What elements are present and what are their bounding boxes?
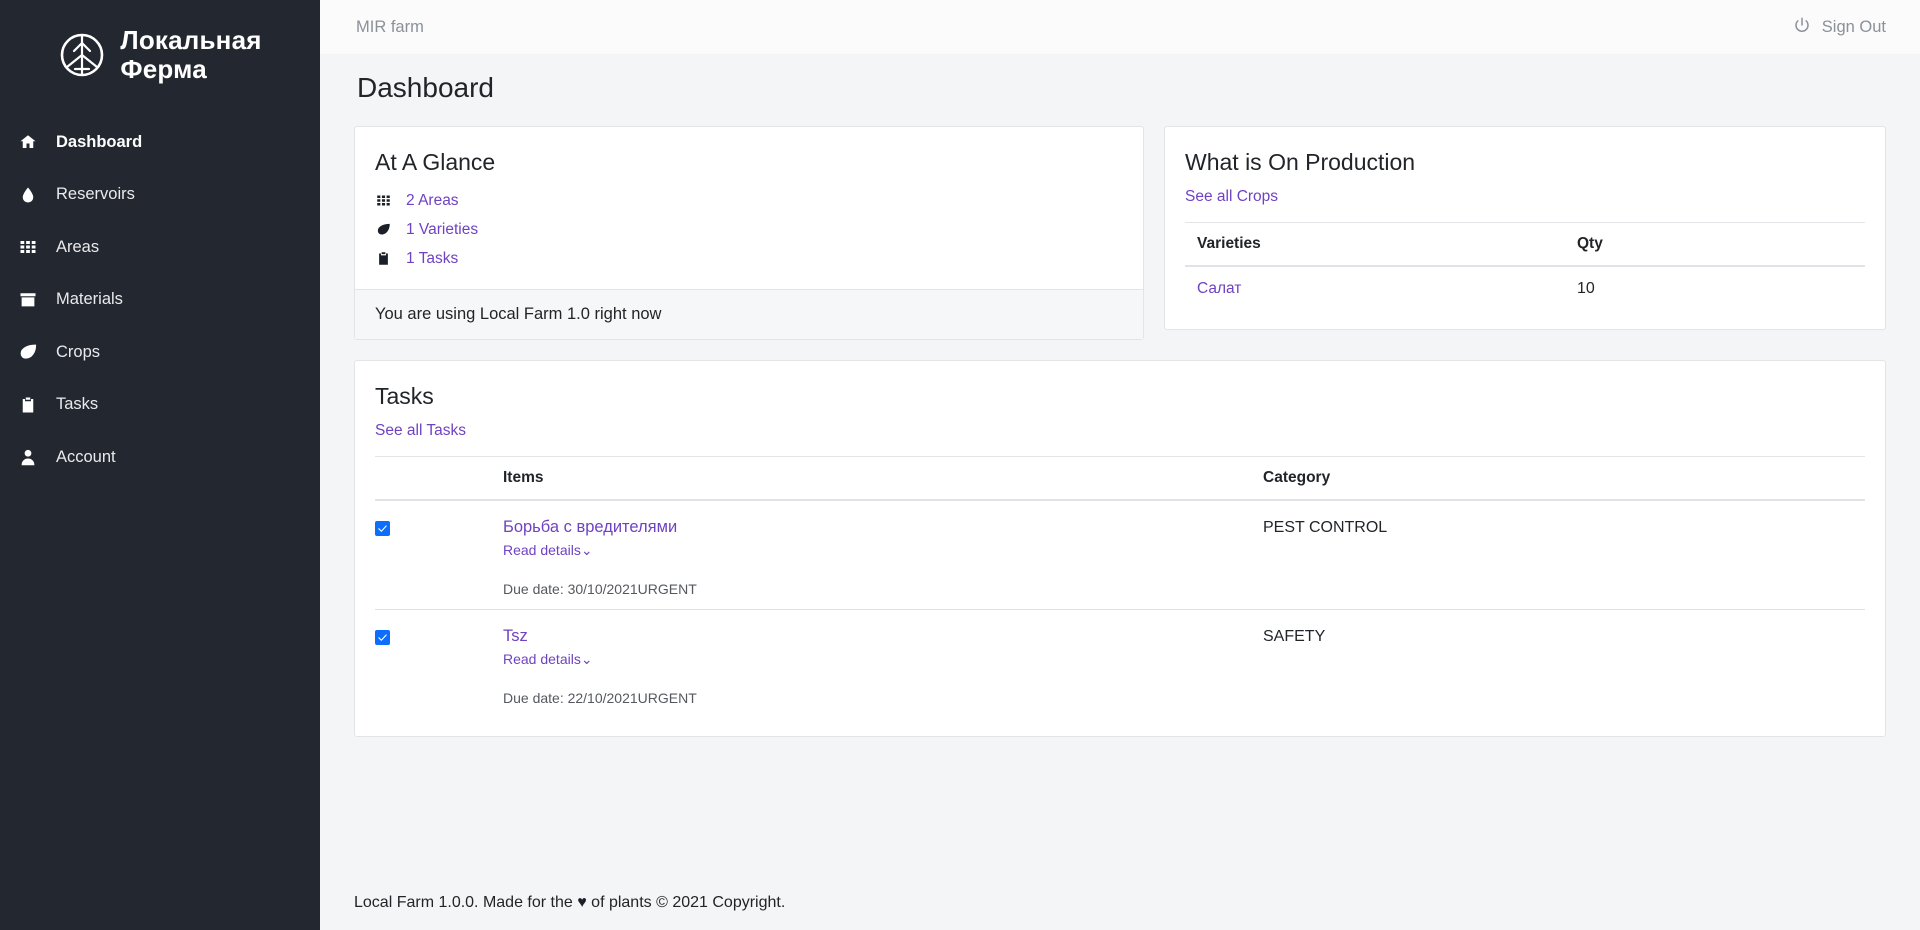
task-select-cell <box>375 609 503 717</box>
variety-cell: Салат <box>1185 266 1565 311</box>
heart-icon: ♥ <box>577 894 587 911</box>
column-header-category: Category <box>1263 456 1865 501</box>
glance-link[interactable]: 1 Varieties <box>406 221 478 239</box>
sidebar-item-label: Dashboard <box>56 132 143 151</box>
app-root: Локальная Ферма Dashboard Reservoirs Are… <box>0 0 1920 930</box>
glance-item-varieties[interactable]: 1 Varieties <box>375 217 1123 242</box>
leaf-icon <box>18 342 38 362</box>
column-header-varieties: Varieties <box>1185 222 1565 267</box>
sidebar-item-dashboard[interactable]: Dashboard <box>0 122 320 162</box>
sidebar-item-label: Crops <box>56 342 101 361</box>
sign-out-label: Sign Out <box>1821 17 1886 36</box>
table-row: Борьба с вредителями Read details⌄ Due d… <box>375 500 1865 610</box>
sidebar-item-crops[interactable]: Crops <box>0 332 320 372</box>
glance-item-tasks[interactable]: 1 Tasks <box>375 246 1123 271</box>
grid-icon <box>375 192 392 209</box>
clipboard-icon <box>18 395 38 415</box>
wheel-logo-icon <box>58 31 106 79</box>
sidebar-item-tasks[interactable]: Tasks <box>0 385 320 425</box>
sidebar-item-label: Reservoirs <box>56 185 135 203</box>
task-due-date: Due date: 22/10/2021URGENT <box>503 689 697 706</box>
column-header-items: Items <box>503 456 1263 501</box>
task-name-link[interactable]: Борьба с вредителями <box>503 518 1263 538</box>
brand-name: Локальная Ферма <box>120 24 262 84</box>
on-production-title: What is On Production <box>1185 149 1416 175</box>
page-title: Dashboard <box>357 72 494 103</box>
archive-icon <box>18 290 38 310</box>
farm-name: MIR farm <box>356 17 424 36</box>
task-due-date: Due date: 30/10/2021URGENT <box>503 580 697 597</box>
tasks-table: Items Category Борьба с вредителями Read… <box>375 456 1865 718</box>
chevron-down-icon: ⌄ <box>580 650 593 667</box>
see-all-crops-link[interactable]: See all Crops <box>1185 188 1278 205</box>
sidebar-item-reservoirs[interactable]: Reservoirs <box>0 175 320 215</box>
tasks-title: Tasks <box>375 383 434 409</box>
at-a-glance-title: At A Glance <box>375 149 496 175</box>
production-table: Varieties Qty Салат 10 <box>1185 222 1865 311</box>
column-header-qty: Qty <box>1565 222 1865 267</box>
sidebar-item-label: Account <box>56 447 116 466</box>
sidebar-item-label: Areas <box>56 237 100 256</box>
task-select-cell <box>375 500 503 610</box>
sidebar-item-areas[interactable]: Areas <box>0 227 320 267</box>
leaf-icon <box>375 221 392 238</box>
task-items-cell: Tsz Read details⌄ Due date: 22/10/2021UR… <box>503 609 1263 717</box>
sidebar-item-label: Materials <box>56 290 123 308</box>
task-checkbox[interactable] <box>375 629 390 645</box>
read-details-toggle[interactable]: Read details⌄ <box>503 651 593 668</box>
page-content: Dashboard At A Glance 2 Areas 1 Varietie… <box>320 54 1920 930</box>
read-details-label: Read details <box>503 650 581 667</box>
brand[interactable]: Локальная Ферма <box>0 0 320 92</box>
water-drop-icon <box>18 185 38 205</box>
task-items-cell: Борьба с вредителями Read details⌄ Due d… <box>503 500 1263 610</box>
sign-out-button[interactable]: Sign Out <box>1793 16 1886 39</box>
footer: Local Farm 1.0.0. Made for the ♥ of plan… <box>320 894 1920 930</box>
on-production-card: What is On Production See all Crops Vari… <box>1164 126 1886 330</box>
power-icon <box>1793 16 1811 39</box>
table-row: Салат 10 <box>1185 266 1865 311</box>
user-icon <box>18 447 38 467</box>
task-category: PEST CONTROL <box>1263 519 1388 536</box>
sidebar-item-account[interactable]: Account <box>0 437 320 477</box>
glance-link[interactable]: 2 Areas <box>406 192 459 210</box>
read-details-toggle[interactable]: Read details⌄ <box>503 542 593 559</box>
task-category-cell: PEST CONTROL <box>1263 500 1865 610</box>
dashboard-top-row: At A Glance 2 Areas 1 Varieties 1 Tasks … <box>338 126 1902 340</box>
glance-footer-note: You are using Local Farm 1.0 right now <box>355 289 1143 339</box>
home-icon <box>18 132 38 152</box>
sidebar: Локальная Ферма Dashboard Reservoirs Are… <box>0 0 320 930</box>
sidebar-nav: Dashboard Reservoirs Areas Materials Cro… <box>0 122 320 490</box>
footer-text-before: Local Farm 1.0.0. Made for the <box>354 894 578 911</box>
read-details-label: Read details <box>503 541 581 558</box>
clipboard-icon <box>375 250 392 267</box>
topbar: MIR farm Sign Out <box>320 0 1920 54</box>
task-name-link[interactable]: Tsz <box>503 627 1263 647</box>
sidebar-item-label: Tasks <box>56 395 99 413</box>
task-category-cell: SAFETY <box>1263 609 1865 717</box>
qty-cell: 10 <box>1577 280 1595 297</box>
column-header-select <box>375 456 503 501</box>
footer-text-after: of plants © 2021 Copyright. <box>586 894 786 911</box>
task-category: SAFETY <box>1263 627 1326 645</box>
table-header-row: Varieties Qty <box>1185 222 1865 267</box>
sidebar-item-materials[interactable]: Materials <box>0 280 320 320</box>
main-area: MIR farm Sign Out Dashboard At A Glance <box>320 0 1920 930</box>
chevron-down-icon: ⌄ <box>580 541 593 558</box>
see-all-tasks-link[interactable]: See all Tasks <box>375 422 466 439</box>
tasks-row: Tasks See all Tasks Items Category Борьб… <box>338 360 1902 737</box>
tasks-card: Tasks See all Tasks Items Category Борьб… <box>354 360 1886 737</box>
table-row: Tsz Read details⌄ Due date: 22/10/2021UR… <box>375 609 1865 717</box>
glance-item-areas[interactable]: 2 Areas <box>375 188 1123 213</box>
glance-link[interactable]: 1 Tasks <box>406 250 458 268</box>
at-a-glance-list: 2 Areas 1 Varieties 1 Tasks <box>375 188 1123 271</box>
variety-link[interactable]: Салат <box>1197 280 1241 297</box>
task-checkbox[interactable] <box>375 521 390 536</box>
grid-icon <box>18 237 38 257</box>
at-a-glance-card: At A Glance 2 Areas 1 Varieties 1 Tasks … <box>354 126 1144 340</box>
table-header-row: Items Category <box>375 456 1865 501</box>
